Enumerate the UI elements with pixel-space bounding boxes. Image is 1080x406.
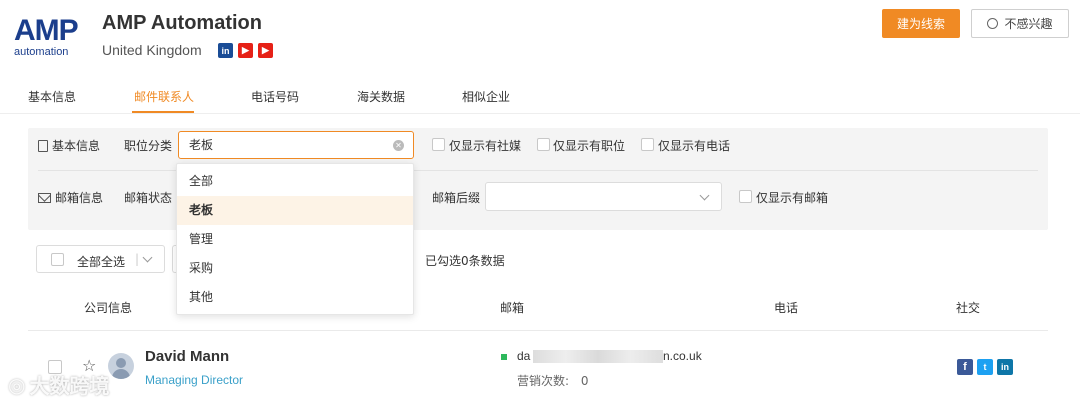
tab-customs-data[interactable]: 海关数据	[357, 88, 405, 105]
position-category-dropdown: 全部 老板 管理 采购 其他	[176, 163, 414, 315]
column-header-phone: 电话	[774, 301, 799, 315]
contact-name[interactable]: David Mann	[145, 348, 229, 365]
tab-similar-companies[interactable]: 相似企业	[462, 88, 510, 105]
position-category-label: 职位分类	[124, 139, 173, 153]
show-with-email-label: 仅显示有邮箱	[756, 191, 829, 205]
avatar	[108, 353, 134, 379]
create-lead-button[interactable]: 建为线索	[882, 9, 960, 38]
email-redacted	[533, 350, 663, 363]
tab-bar: 基本信息 邮件联系人 电话号码 海关数据 相似企业	[0, 78, 1080, 114]
show-with-position-checkbox[interactable]	[537, 138, 550, 151]
show-with-email-checkbox[interactable]	[739, 190, 752, 203]
select-all-label: 全部全选	[77, 255, 126, 269]
document-icon	[38, 139, 48, 152]
email-status-indicator	[501, 354, 507, 360]
mail-info-section-label: 邮箱信息	[38, 189, 103, 206]
watermark: ◎ 大数跨境	[8, 372, 110, 399]
contact-social-links: f t in	[957, 359, 1013, 375]
tab-basic-info[interactable]: 基本信息	[28, 88, 76, 105]
tab-email-contacts[interactable]: 邮件联系人	[134, 88, 194, 105]
show-with-position-label: 仅显示有职位	[553, 139, 626, 153]
envelope-icon	[38, 192, 51, 203]
table-header-divider	[28, 330, 1048, 331]
company-country: United Kingdom	[102, 42, 202, 58]
mail-suffix-label: 邮箱后缀	[432, 191, 481, 205]
chevron-down-icon[interactable]	[142, 252, 153, 263]
clear-icon[interactable]: ✕	[393, 140, 404, 151]
not-interested-label: 不感兴趣	[1004, 17, 1053, 31]
show-with-phone-label: 仅显示有电话	[658, 139, 731, 153]
position-category-value: 老板	[189, 138, 214, 152]
marketing-count: 营销次数: 0	[517, 374, 589, 388]
company-logo: AMP automation	[14, 16, 84, 60]
mail-status-label: 邮箱状态	[124, 191, 173, 205]
select-all-checkbox[interactable]	[51, 253, 64, 266]
mail-suffix-select[interactable]	[485, 182, 722, 211]
youtube-icon[interactable]: ▶	[238, 43, 253, 58]
email-suffix[interactable]: n.co.uk	[663, 349, 702, 363]
divider	[0, 113, 1080, 114]
show-with-phone-checkbox[interactable]	[641, 138, 654, 151]
not-interested-button[interactable]: 不感兴趣	[971, 9, 1069, 38]
column-header-email: 邮箱	[500, 301, 525, 315]
neutral-face-icon	[987, 18, 999, 29]
basic-info-section-label: 基本信息	[38, 137, 100, 154]
watermark-logo-icon: ◎	[8, 372, 26, 397]
column-header-social: 社交	[956, 301, 981, 315]
logo-subtext: automation	[14, 46, 69, 58]
position-category-select[interactable]: 老板 ✕	[178, 131, 414, 159]
select-all-control[interactable]: 全部全选 |	[36, 245, 165, 273]
contact-title: Managing Director	[145, 373, 244, 387]
selected-count: 已勾选0条数据	[425, 254, 505, 268]
company-name: AMP Automation	[102, 12, 262, 34]
logo-text: AMP	[14, 14, 79, 47]
linkedin-icon[interactable]: in	[997, 359, 1013, 375]
chevron-down-icon	[699, 190, 710, 201]
show-with-social-label: 仅显示有社媒	[449, 139, 522, 153]
show-with-social-checkbox[interactable]	[432, 138, 445, 151]
column-header-company: 公司信息	[84, 301, 133, 315]
tab-phone-numbers[interactable]: 电话号码	[251, 88, 299, 105]
dropdown-option-boss[interactable]: 老板	[177, 196, 413, 225]
facebook-icon[interactable]: f	[957, 359, 973, 375]
dropdown-option-other[interactable]: 其他	[177, 283, 413, 312]
dropdown-option-management[interactable]: 管理	[177, 225, 413, 254]
company-social-links: in ▶ ▶	[218, 43, 273, 58]
dropdown-option-purchasing[interactable]: 采购	[177, 254, 413, 283]
youtube-icon[interactable]: ▶	[258, 43, 273, 58]
email-prefix[interactable]: da	[517, 349, 530, 363]
twitter-icon[interactable]: t	[977, 359, 993, 375]
separator: |	[135, 252, 140, 266]
dropdown-option-all[interactable]: 全部	[177, 167, 413, 196]
linkedin-icon[interactable]: in	[218, 43, 233, 58]
